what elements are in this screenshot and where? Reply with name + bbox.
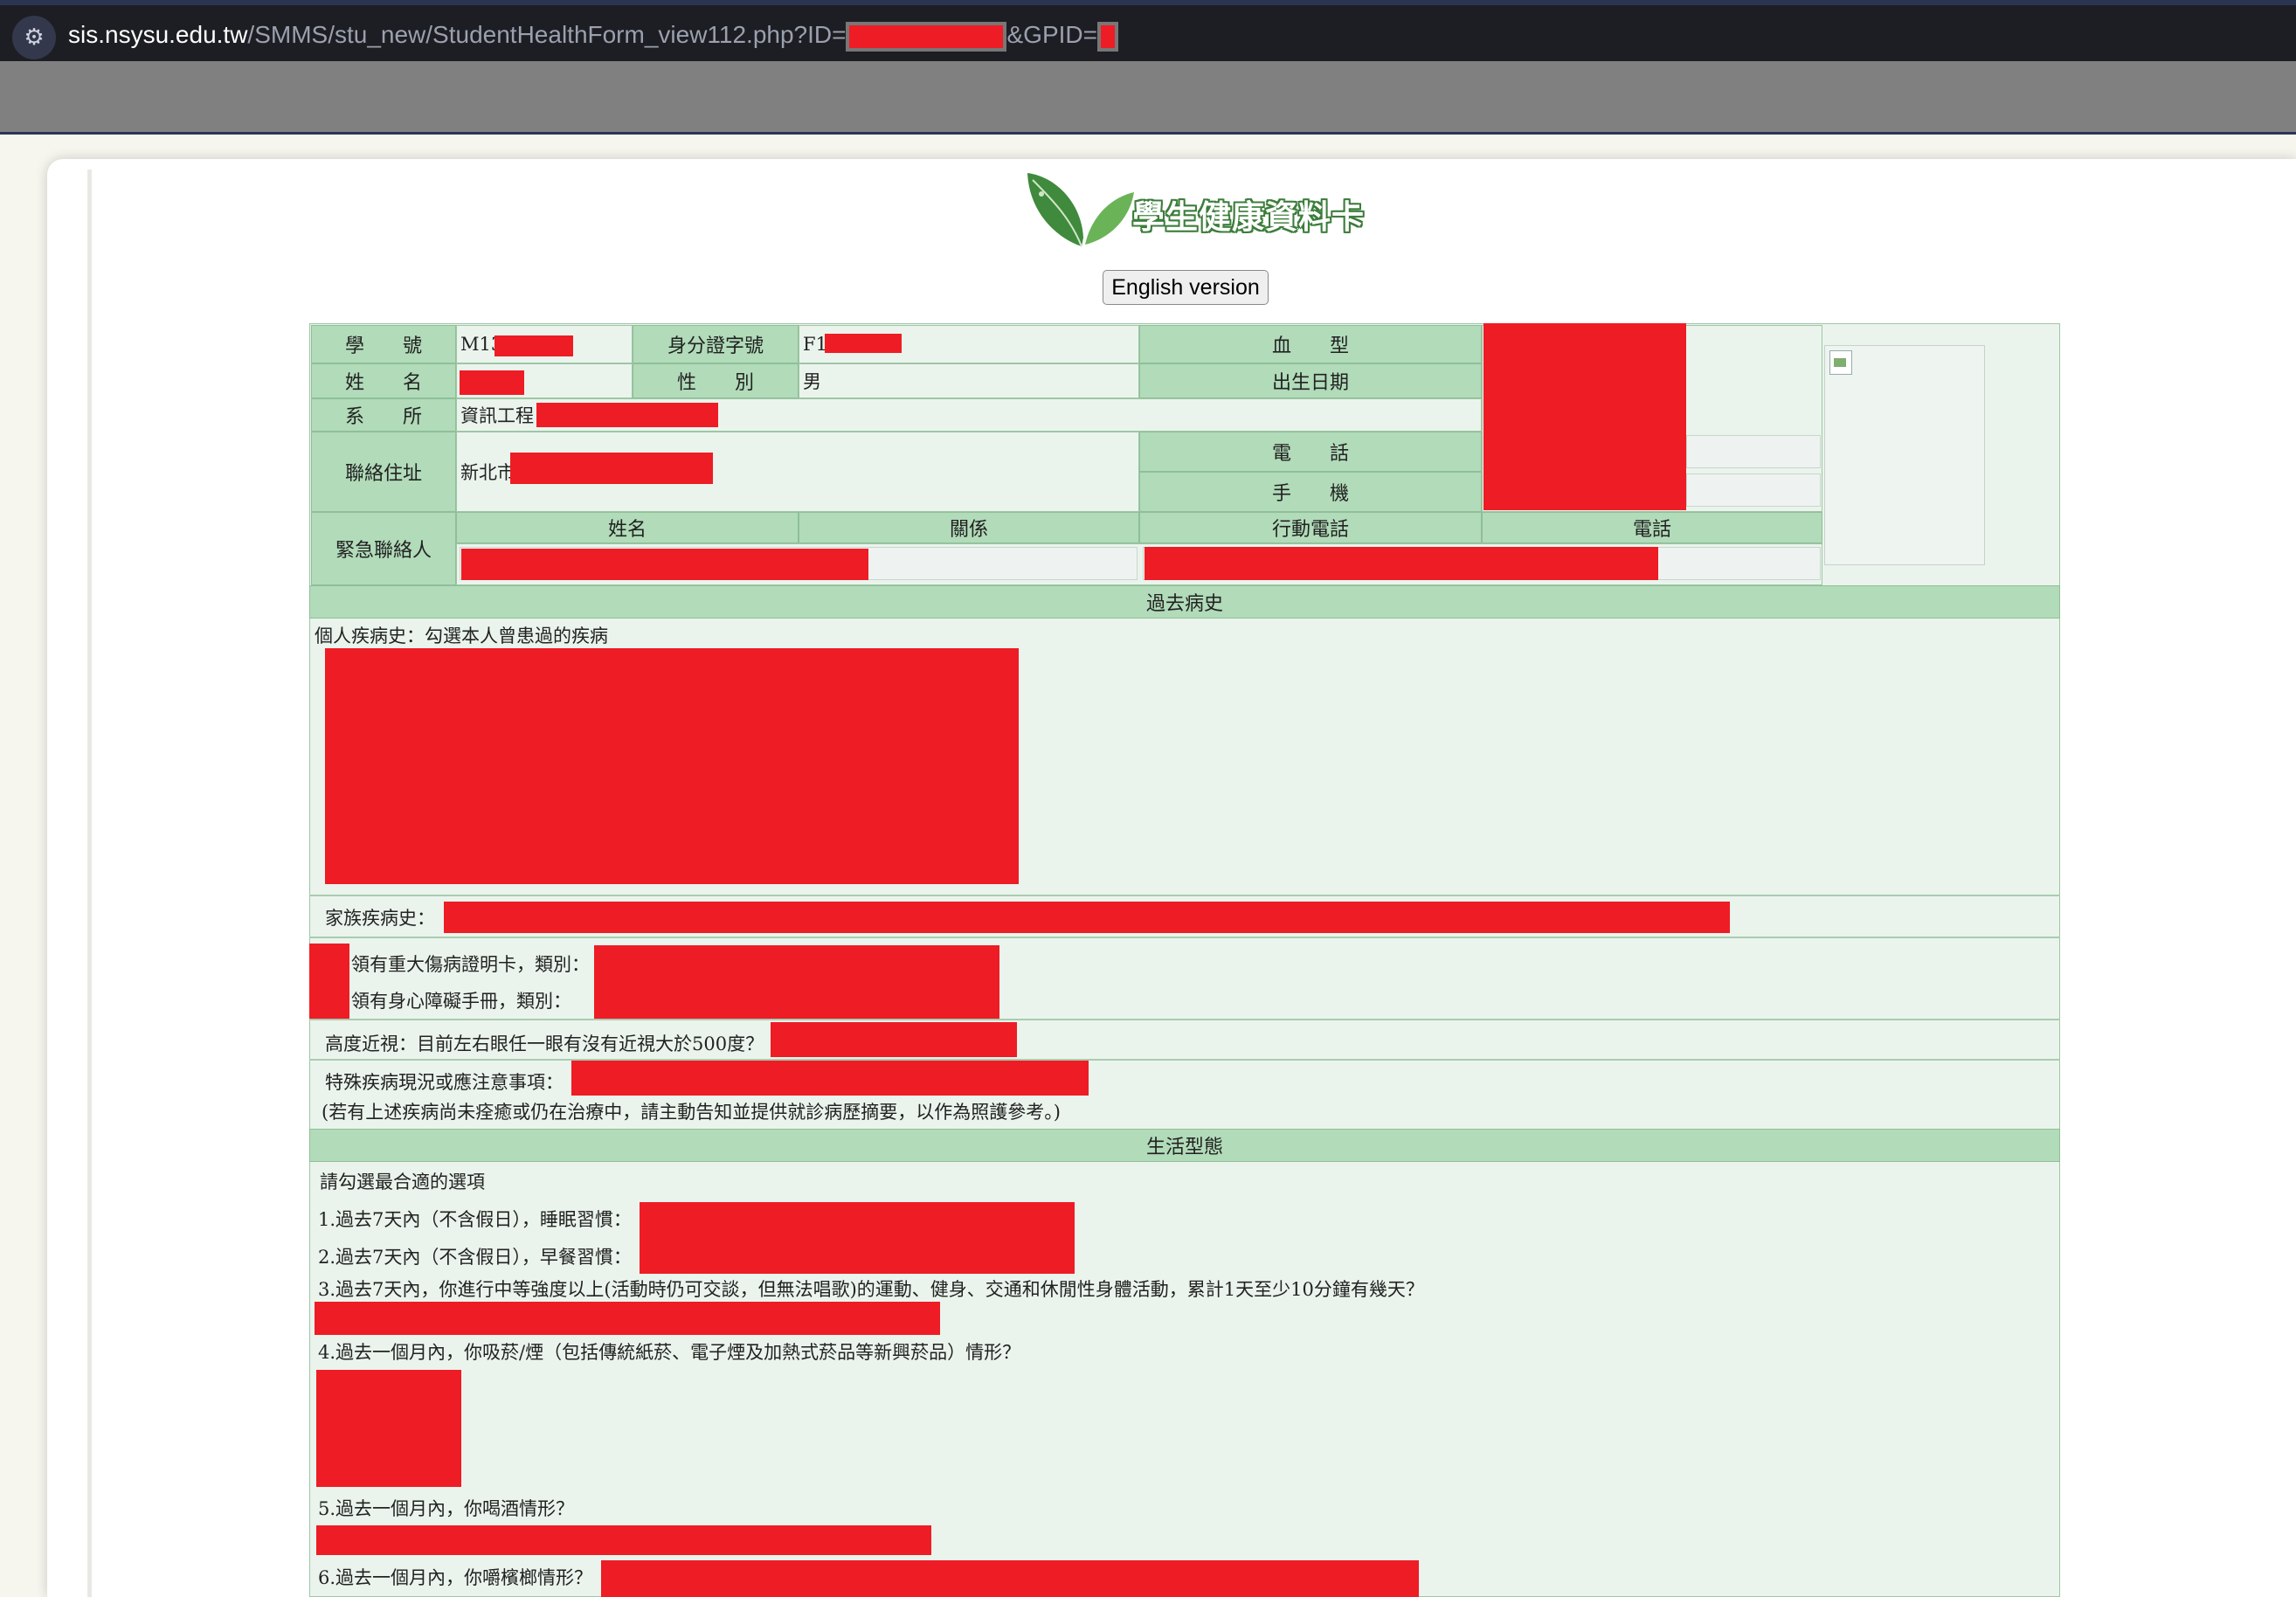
url-param2: &GPID=	[1006, 21, 1097, 48]
national-id-value: F1	[803, 334, 827, 355]
disability-label: 領有身心障礙手冊，類別：	[351, 991, 571, 1012]
student-photo	[1824, 345, 1985, 565]
section-lifestyle: 生活型態	[309, 1129, 2060, 1162]
question-betel-nut: 6.過去一個月內，你嚼檳榔情形？	[318, 1567, 593, 1588]
myopia-label: 高度近視：目前左右眼任一眼有沒有近視大於500度？	[325, 1034, 764, 1054]
gender-label: 性 別	[633, 363, 799, 398]
redacted-emergency-phone	[1145, 547, 1658, 580]
redacted-family-history	[444, 902, 1730, 933]
browser-address-bar: ⚙ sis.nsysu.edu.tw/SMMS/stu_new/StudentH…	[0, 0, 2296, 61]
redacted-personal-history	[325, 648, 1019, 884]
broken-image-icon	[1829, 350, 1852, 375]
url-host: sis.nsysu.edu.tw	[68, 21, 248, 48]
emergency-phone-header: 電話	[1482, 512, 1822, 543]
question-exercise: 3.過去7天內，你進行中等強度以上(活動時仍可交談，但無法唱歌)的運動、健身、交…	[318, 1279, 1424, 1300]
redacted-student-id	[494, 335, 573, 356]
toolbar-strip	[0, 61, 2296, 135]
url-field[interactable]: sis.nsysu.edu.tw/SMMS/stu_new/StudentHea…	[68, 17, 1118, 52]
address-value: 新北市	[460, 462, 515, 483]
redacted-national-id	[825, 334, 902, 353]
redacted-smoking	[316, 1370, 461, 1487]
blood-type-label: 血 型	[1139, 325, 1482, 363]
redacted-exercise	[315, 1302, 940, 1335]
emergency-name-header: 姓名	[456, 512, 799, 543]
redacted-id	[846, 21, 1007, 52]
divider	[309, 937, 2060, 938]
redacted-personal-values	[1483, 323, 1686, 510]
redacted-myopia	[771, 1022, 1017, 1057]
question-breakfast: 2.過去7天內（不含假日），早餐習慣：	[318, 1247, 632, 1268]
personal-history-label: 個人疾病史：勾選本人曾患過的疾病	[315, 626, 608, 646]
question-smoking: 4.過去一個月內，你吸菸/煙（包括傳統紙菸、電子煙及加熱式菸品等新興菸品）情形？	[318, 1342, 1021, 1363]
department-label: 系 所	[311, 398, 456, 432]
redacted-department	[536, 403, 718, 427]
redacted-name	[460, 370, 524, 395]
redacted-special-condition	[571, 1061, 1089, 1096]
question-sleep: 1.過去7天內（不含假日），睡眠習慣：	[318, 1209, 632, 1230]
mobile-label: 手 機	[1139, 472, 1482, 512]
question-drinking: 5.過去一個月內，你喝酒情形？	[318, 1498, 575, 1519]
page-edge	[87, 169, 92, 1597]
emergency-relation-header: 關係	[799, 512, 1139, 543]
redacted-betel-nut	[601, 1560, 1419, 1597]
phone-label: 電 話	[1139, 432, 1482, 472]
major-injury-label: 領有重大傷病證明卡，類別：	[351, 954, 590, 975]
gender-cell: 男	[799, 363, 1139, 398]
emergency-mobile-header: 行動電話	[1139, 512, 1482, 543]
redacted-gpid	[1096, 21, 1118, 52]
redacted-drinking	[316, 1525, 931, 1555]
special-condition-label: 特殊疾病現況或應注意事項：	[325, 1072, 564, 1093]
name-label: 姓 名	[311, 363, 456, 398]
url-path: /SMMS/stu_new/StudentHealthForm_view112.…	[247, 21, 847, 48]
english-version-button[interactable]: English version	[1103, 270, 1269, 305]
redacted-address	[510, 453, 713, 484]
family-history-label: 家族疾病史：	[325, 908, 435, 929]
phone-input[interactable]	[1686, 435, 1821, 468]
address-label: 聯絡住址	[311, 432, 456, 512]
history-note: (若有上述疾病尚未痊癒或仍在治療中，請主動告知並提供就診病歷摘要，以作為照護參考…	[322, 1102, 1061, 1123]
gender-value: 男	[803, 371, 821, 392]
redacted-sleep-breakfast	[640, 1202, 1075, 1274]
emergency-contact-label: 緊急聯絡人	[311, 512, 456, 585]
divider	[309, 1019, 2060, 1020]
tune-icon[interactable]: ⚙	[12, 16, 56, 59]
lifestyle-intro: 請勾選最合適的選項	[320, 1172, 485, 1193]
divider	[309, 895, 2060, 896]
birthday-label: 出生日期	[1139, 363, 1482, 398]
department-value: 資訊工程	[460, 405, 534, 426]
logo-title: 學生健康資料卡	[1132, 198, 1365, 236]
redacted-checkboxes	[309, 944, 349, 1020]
redacted-emergency-name	[461, 549, 868, 580]
national-id-label: 身分證字號	[633, 325, 799, 363]
student-id-label: 學 號	[311, 325, 456, 363]
section-past-history: 過去病史	[309, 585, 2060, 619]
mobile-input[interactable]	[1686, 474, 1821, 507]
redacted-certificates	[594, 945, 999, 1019]
